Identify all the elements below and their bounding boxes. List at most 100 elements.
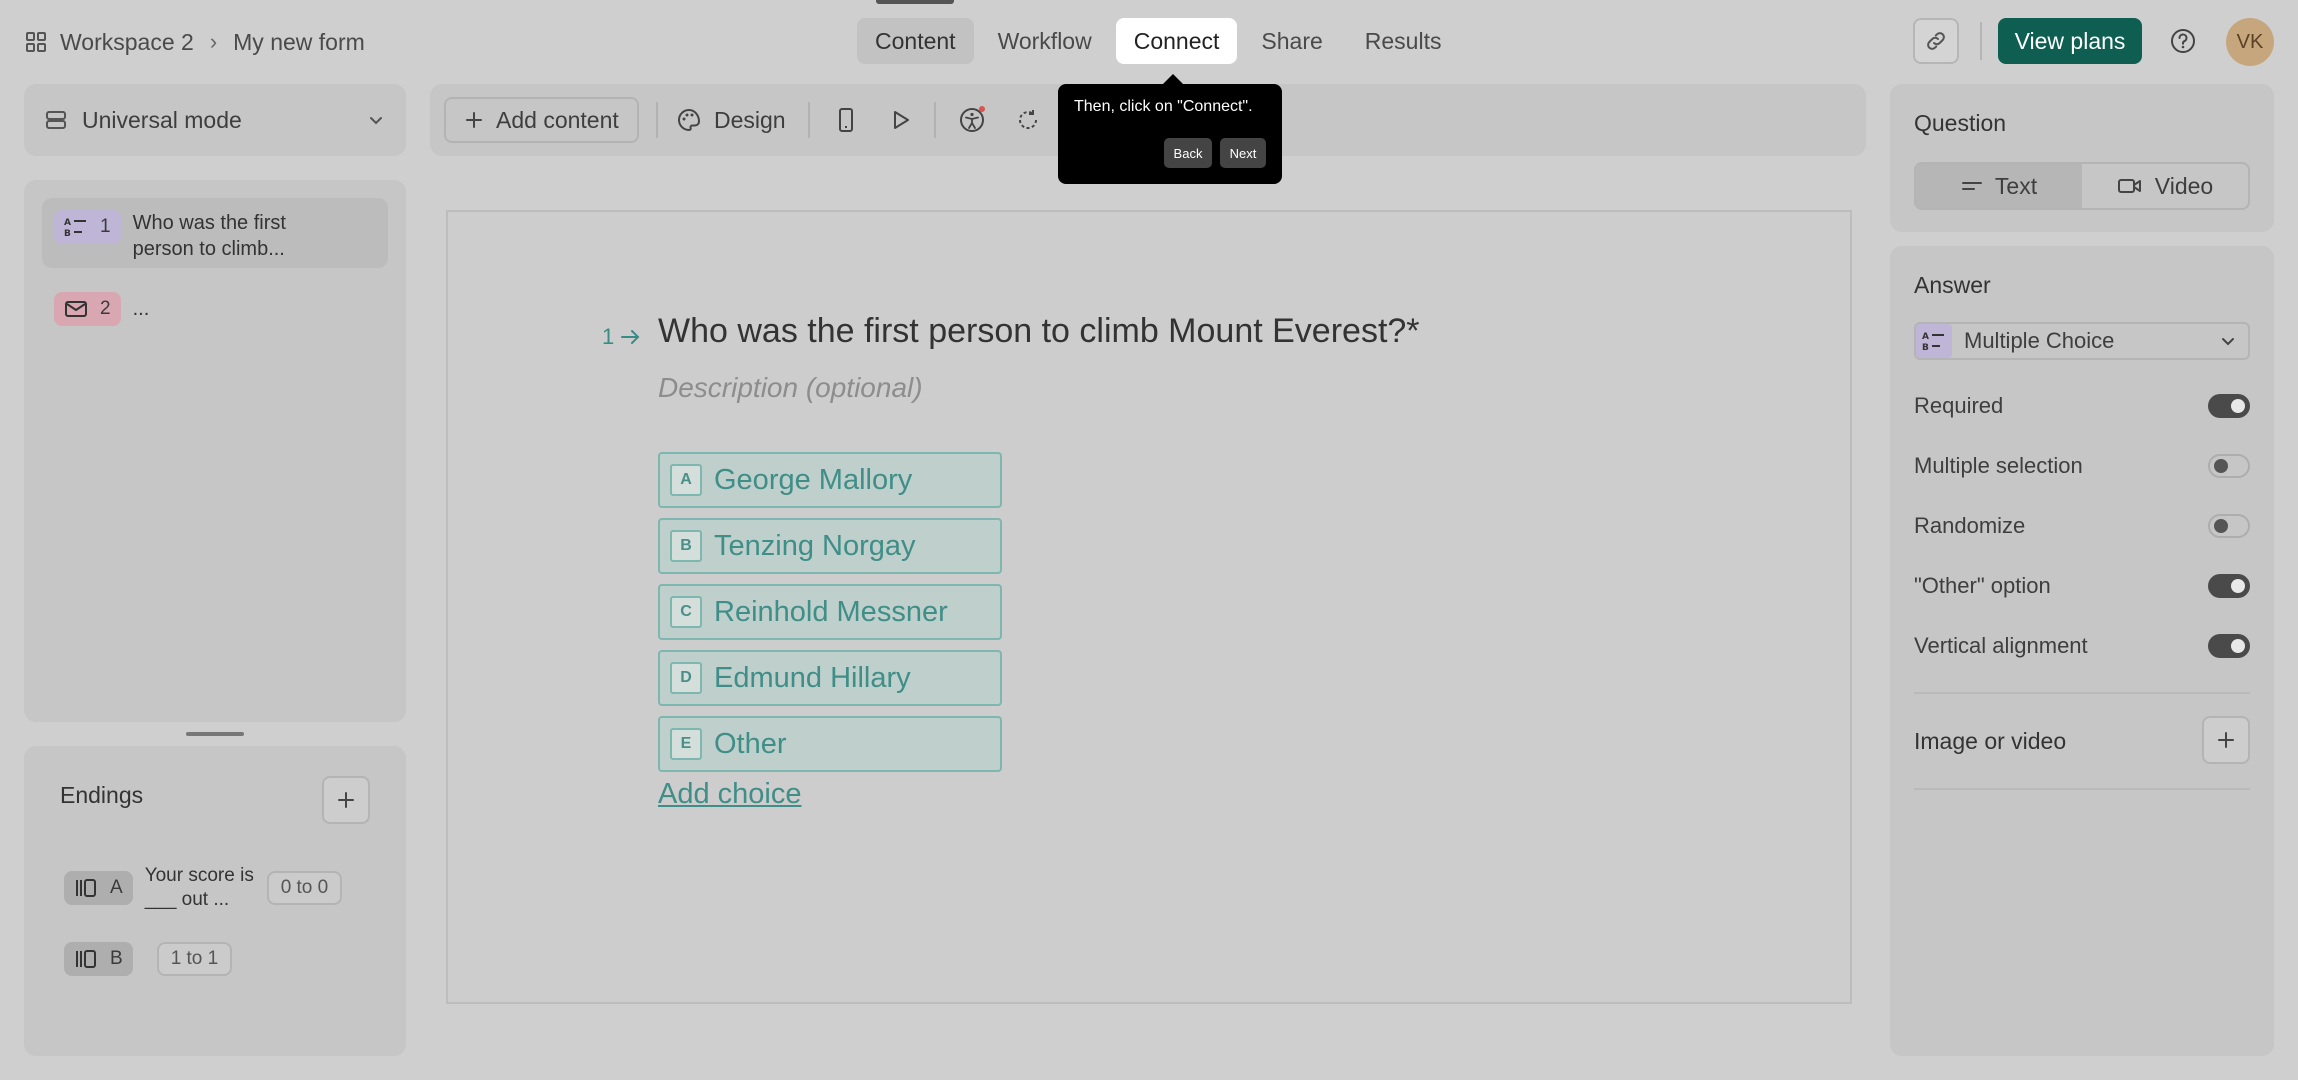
- choice-key: D: [670, 662, 702, 694]
- question-type-video[interactable]: Video: [2082, 164, 2248, 208]
- divider: [1980, 22, 1982, 60]
- chevron-down-icon: [2218, 331, 2238, 351]
- randomize-toggle[interactable]: [2208, 514, 2250, 538]
- choice-label: Other: [714, 727, 787, 760]
- setting-required: Required: [1914, 388, 2250, 424]
- question-type-text[interactable]: Text: [1916, 164, 2082, 208]
- tab-workflow[interactable]: Workflow: [980, 18, 1110, 64]
- score-range[interactable]: 0 to 0: [266, 871, 343, 905]
- ending-key: B: [110, 948, 123, 969]
- video-icon: [2117, 177, 2143, 195]
- ending-text: Your score is ___ out ...: [144, 865, 254, 910]
- design-button[interactable]: Design: [676, 97, 786, 143]
- breadcrumb-workspace[interactable]: Workspace 2: [60, 29, 194, 56]
- onboarding-tooltip: Then, click on "Connect". Back Next: [1058, 74, 1282, 184]
- add-media-button[interactable]: [2202, 716, 2250, 764]
- chevron-down-icon: [366, 110, 386, 130]
- setting-randomize: Randomize: [1914, 508, 2250, 544]
- choice-option[interactable]: B Tenzing Norgay: [658, 518, 1002, 574]
- add-choice-link[interactable]: Add choice: [658, 778, 802, 811]
- mobile-preview-icon[interactable]: [828, 102, 864, 138]
- choice-option[interactable]: E Other: [658, 716, 1002, 772]
- tooltip-back-button[interactable]: Back: [1164, 138, 1212, 168]
- chevron-right-icon: ›: [209, 29, 218, 54]
- grid-icon[interactable]: [24, 30, 48, 54]
- multiple-choice-icon: AB: [64, 216, 88, 238]
- question-number-indicator: 1: [602, 324, 642, 350]
- vertical-alignment-toggle[interactable]: [2208, 634, 2250, 658]
- answer-type-value: Multiple Choice: [1964, 328, 2115, 353]
- resize-handle[interactable]: [186, 732, 244, 736]
- score-range[interactable]: 1 to 1: [156, 942, 233, 976]
- play-icon[interactable]: [882, 102, 918, 138]
- tab-content[interactable]: Content: [857, 18, 974, 64]
- mode-label: Universal mode: [82, 106, 242, 133]
- divider: [808, 102, 810, 138]
- question-badge: 2: [54, 292, 121, 326]
- add-ending-button[interactable]: [322, 776, 370, 824]
- link-icon: [1924, 29, 1948, 53]
- refresh-icon[interactable]: [1010, 102, 1046, 138]
- question-type-toggle: Text Video: [1914, 162, 2250, 210]
- plus-icon: [2215, 729, 2237, 751]
- main-tabs: Content Workflow Connect Share Results: [857, 18, 1459, 64]
- list-item[interactable]: B 1 to 1: [64, 942, 233, 976]
- add-content-button[interactable]: Add content: [444, 97, 639, 143]
- endings-title: Endings: [60, 782, 144, 808]
- multiple-selection-toggle[interactable]: [2208, 454, 2250, 478]
- required-toggle[interactable]: [2208, 394, 2250, 418]
- ending-badge: A: [64, 871, 133, 905]
- divider: [1914, 692, 2250, 694]
- question-number: 1: [100, 216, 111, 237]
- question-number: 2: [100, 298, 111, 319]
- svg-text:B: B: [1922, 343, 1929, 352]
- list-item[interactable]: A Your score is ___ out ... 0 to 0: [64, 864, 343, 912]
- list-item[interactable]: 2 ...: [42, 292, 388, 332]
- question-settings-panel: Question Text Video: [1890, 84, 2274, 232]
- ending-icon: [74, 948, 98, 970]
- choice-option[interactable]: C Reinhold Messner: [658, 584, 1002, 640]
- setting-label: Multiple selection: [1914, 453, 2083, 478]
- divider: [934, 102, 936, 138]
- mode-selector[interactable]: Universal mode: [24, 84, 406, 156]
- setting-multiple-selection: Multiple selection: [1914, 448, 2250, 484]
- help-icon[interactable]: [2164, 22, 2202, 60]
- choice-key: E: [670, 728, 702, 760]
- question-title[interactable]: Who was the first person to climb Mount …: [658, 312, 1420, 351]
- add-content-label: Add content: [496, 106, 619, 133]
- question-text: ...: [132, 298, 150, 320]
- tab-results[interactable]: Results: [1347, 18, 1460, 64]
- setting-vertical-alignment: Vertical alignment: [1914, 628, 2250, 664]
- avatar[interactable]: VK: [2226, 18, 2274, 66]
- setting-other-option: "Other" option: [1914, 568, 2250, 604]
- view-plans-button[interactable]: View plans: [1998, 18, 2142, 64]
- choice-option[interactable]: D Edmund Hillary: [658, 650, 1002, 706]
- choice-option[interactable]: A George Mallory: [658, 452, 1002, 508]
- tab-connect[interactable]: Connect: [1115, 18, 1238, 64]
- answer-type-select[interactable]: AB Multiple Choice: [1914, 322, 2250, 360]
- copy-link-button[interactable]: [1913, 18, 1959, 64]
- setting-label: Required: [1914, 393, 2004, 418]
- tab-share[interactable]: Share: [1243, 18, 1340, 64]
- choice-label: George Mallory: [714, 463, 913, 496]
- arrow-right-icon: [620, 328, 642, 346]
- accessibility-icon[interactable]: [954, 102, 990, 138]
- form-canvas: 1 Who was the first person to climb Moun…: [446, 210, 1852, 1004]
- endings-panel: Endings A Your score is ___ out ... 0 to…: [24, 746, 406, 1056]
- ending-icon: [74, 877, 98, 899]
- other-option-toggle[interactable]: [2208, 574, 2250, 598]
- question-badge: AB 1: [54, 210, 121, 244]
- svg-text:A: A: [64, 218, 71, 228]
- breadcrumb-form-name[interactable]: My new form: [233, 29, 365, 56]
- ending-key: A: [110, 877, 123, 898]
- choice-label: Reinhold Messner: [714, 595, 948, 628]
- list-item[interactable]: AB 1 Who was the first person to climb..…: [42, 198, 388, 268]
- design-label: Design: [714, 106, 786, 133]
- setting-label: "Other" option: [1914, 573, 2051, 598]
- plus-icon: [464, 110, 484, 130]
- answer-settings-panel: Answer AB Multiple Choice Required Multi…: [1890, 246, 2274, 1056]
- divider: [1914, 788, 2250, 790]
- setting-label: Vertical alignment: [1914, 633, 2088, 658]
- description-field[interactable]: Description (optional): [658, 372, 923, 404]
- tooltip-next-button[interactable]: Next: [1220, 138, 1266, 168]
